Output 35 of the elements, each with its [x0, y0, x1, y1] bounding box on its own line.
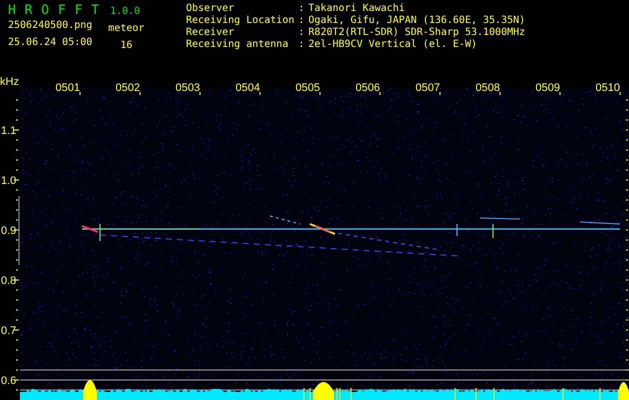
info-value: 2el-HB9CV Vertical (el. E-W)	[308, 39, 478, 51]
time-label: 0507	[416, 82, 440, 94]
info-label: Receiving Location	[186, 15, 294, 27]
info-value: Ogaki, Gifu, JAPAN (136.60E, 35.35N)	[308, 15, 526, 27]
frequency-label: 1.0	[1, 175, 16, 187]
time-label: 0502	[116, 82, 140, 94]
frequency-label: 1.1	[1, 125, 16, 137]
time-label: 0501	[56, 82, 80, 94]
frequency-label: 0.6	[1, 375, 16, 387]
info-label: Receiving antenna	[186, 39, 290, 51]
meteor-count: 16	[120, 40, 132, 52]
info-separator: :	[298, 39, 304, 51]
meteor-label: meteor	[108, 23, 144, 35]
time-label: 0509	[536, 82, 560, 94]
info-separator: :	[298, 15, 304, 27]
info-label: Observer	[186, 3, 236, 15]
file-name: 2506240500.png	[8, 20, 92, 32]
info-separator: :	[298, 3, 304, 15]
time-label: 0510	[596, 82, 620, 94]
frequency-label: 0.7	[1, 325, 16, 337]
time-label: 0508	[476, 82, 500, 94]
time-label: 0506	[356, 82, 380, 94]
time-label: 0504	[236, 82, 260, 94]
info-separator: :	[298, 27, 304, 39]
y-axis-unit: kHz	[0, 76, 19, 88]
time-label: 0503	[176, 82, 200, 94]
info-value: Takanori Kawachi	[308, 3, 406, 15]
app-version: 1.0.0	[110, 6, 140, 17]
app-name: H R O F F T	[8, 3, 100, 18]
info-value: R820T2(RTL-SDR) SDR-Sharp 53.1000MHz	[308, 27, 526, 39]
frequency-label: 0.9	[1, 225, 16, 237]
info-label: Receiver	[186, 27, 236, 39]
timestamp: 25.06.24 05:00	[8, 37, 92, 49]
time-label: 0505	[296, 82, 320, 94]
frequency-label: 0.8	[1, 275, 16, 287]
